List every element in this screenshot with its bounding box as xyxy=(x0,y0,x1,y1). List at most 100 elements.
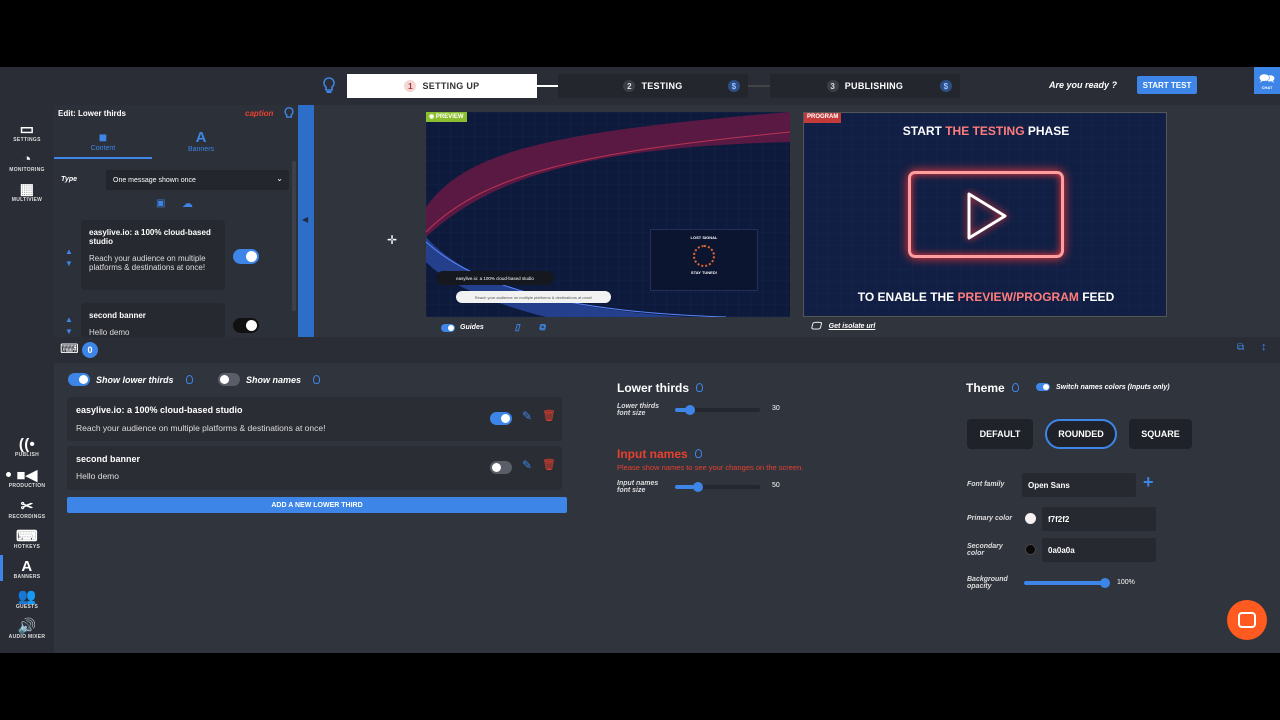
nav-hotkeys[interactable]: ⌨ HOTKEYS xyxy=(0,528,54,550)
secondary-color-swatch[interactable] xyxy=(1025,544,1036,555)
video-camera-icon: ■◀ xyxy=(16,467,38,484)
isolate-url-link[interactable]: 🖵 Get isolate url xyxy=(811,321,875,332)
cloud-upload-icon[interactable]: ☁ xyxy=(182,197,193,210)
delete-trash-icon[interactable]: 🗑 xyxy=(542,458,556,471)
add-lower-third-button[interactable]: ADD A NEW LOWER THIRD xyxy=(67,497,567,513)
hint-bulb-icon[interactable] xyxy=(185,375,193,384)
copy-icon[interactable]: ⧉ xyxy=(539,322,545,333)
arrow-up-icon[interactable]: ▲ xyxy=(65,246,73,258)
save-icon[interactable]: ▣ xyxy=(156,198,165,209)
program-tag: PROGRAM xyxy=(804,113,842,123)
lower-third-row[interactable]: easylive.io: a 100% cloud-based studio R… xyxy=(67,397,562,441)
edit-pencil-icon[interactable]: ✎ xyxy=(522,458,532,472)
row-enable-toggle[interactable] xyxy=(490,412,512,425)
program-screen[interactable]: PROGRAM START THE TESTING PHASE TO ENABL… xyxy=(803,112,1167,317)
secondary-color-input[interactable]: 0a0a0a xyxy=(1042,538,1156,562)
nav-guests[interactable]: 👥 GUESTS xyxy=(0,588,54,610)
primary-color-input[interactable]: f7f2f2 xyxy=(1042,507,1156,531)
play-neon-icon xyxy=(908,171,1064,258)
nav-banners[interactable]: A BANNERS xyxy=(0,557,54,581)
resize-icon[interactable]: ↕ xyxy=(1261,341,1267,353)
step-testing-badge: $ xyxy=(728,80,740,92)
nav-recordings[interactable]: ✂ RECORDINGS xyxy=(0,498,54,520)
reorder-arrows[interactable]: ▲ ▼ xyxy=(65,246,73,270)
letter-a-icon: A xyxy=(195,129,207,146)
preview-lower-third-title: easylive.io: a 100% cloud-based studio xyxy=(436,271,554,285)
chat-icon xyxy=(1238,612,1256,628)
delete-trash-icon[interactable]: 🗑 xyxy=(542,409,556,422)
edit-pencil-icon[interactable]: ✎ xyxy=(522,409,532,423)
theme-rounded-button[interactable]: ROUNDED xyxy=(1045,419,1117,449)
editor-scrollbar[interactable] xyxy=(292,161,296,311)
speaker-icon: 🔊 xyxy=(17,618,37,635)
bg-opacity-slider[interactable] xyxy=(1024,578,1110,588)
preview-screen[interactable]: ◉ PREVIEW LOST SIGNAL STAY TUNED! easyli… xyxy=(426,112,790,317)
lower-third-row[interactable]: second banner Hello demo ✎ 🗑 xyxy=(67,446,562,490)
banner-toggle[interactable] xyxy=(233,249,259,264)
step-connector xyxy=(537,85,559,87)
broadcast-icon: ((• xyxy=(18,435,36,453)
caption-logo: caption xyxy=(245,109,274,118)
nav-multiview[interactable]: ▦ MULTIVIEW xyxy=(0,181,54,203)
lower-thirds-editor: Edit: Lower thirds caption ■ Content A B… xyxy=(54,105,298,343)
font-family-select[interactable]: Open Sans xyxy=(1022,473,1136,497)
in-font-size-slider[interactable] xyxy=(675,482,760,492)
switch-names-colors-control[interactable]: Switch names colors (Inputs only) xyxy=(1036,383,1170,391)
theme-default-button[interactable]: DEFAULT xyxy=(967,419,1033,449)
tab-banners[interactable]: A Banners xyxy=(152,123,250,159)
step-testing[interactable]: 2 TESTING $ xyxy=(558,74,748,98)
keyboard-icon: ⌨ xyxy=(16,528,38,545)
preview-lower-third-body: Reach your audience on multiple platform… xyxy=(456,291,611,303)
arrow-up-icon[interactable]: ▲ xyxy=(65,314,73,326)
show-lower-thirds-control[interactable]: Show lower thirds xyxy=(68,373,193,386)
step-connector xyxy=(748,85,770,87)
start-test-button[interactable]: START TEST xyxy=(1137,76,1197,94)
hint-bulb-icon[interactable] xyxy=(1012,383,1020,392)
theme-square-button[interactable]: SQUARE xyxy=(1129,419,1192,449)
input-names-heading: Input names xyxy=(617,447,703,461)
row-enable-toggle[interactable] xyxy=(490,461,512,474)
nav-publish[interactable]: ((• PUBLISH xyxy=(0,435,54,459)
tips-bulb-icon[interactable] xyxy=(322,77,336,95)
guides-control[interactable]: Guides ▯ ⧉ xyxy=(441,322,545,333)
type-select[interactable]: One message shown once ⌄ xyxy=(106,170,289,190)
lt-font-size-label: Lower thirds font size xyxy=(617,403,660,417)
arrow-down-icon[interactable]: ▼ xyxy=(65,258,73,270)
hint-bulb-icon[interactable] xyxy=(696,383,704,392)
lt-font-size-slider[interactable] xyxy=(675,405,760,415)
mobile-icon[interactable]: ▯ xyxy=(515,322,520,333)
banner-card[interactable]: easylive.io: a 100% cloud-based studio R… xyxy=(81,220,225,290)
add-font-icon[interactable]: + xyxy=(1143,472,1154,493)
bg-opacity-value: 100% xyxy=(1117,579,1135,586)
show-names-control[interactable]: Show names xyxy=(218,373,321,386)
panel-collapse-bar[interactable]: ◀ xyxy=(298,105,314,337)
nav-monitoring[interactable]: ◔ MONITORING xyxy=(0,151,54,174)
support-chat-button[interactable] xyxy=(1227,600,1267,640)
copy-icon[interactable]: ⧉ xyxy=(1237,342,1244,353)
nav-settings[interactable]: ▭ SETTINGS xyxy=(0,121,54,143)
nav-audio-mixer[interactable]: 🔊 AUDIO MIXER xyxy=(0,618,54,640)
input-names-warning: Please show names to see your changes on… xyxy=(617,463,804,472)
reorder-arrows[interactable]: ▲ ▼ xyxy=(65,314,73,338)
show-lower-thirds-toggle[interactable] xyxy=(68,373,90,386)
primary-color-swatch[interactable] xyxy=(1025,513,1036,524)
switch-names-colors-toggle[interactable] xyxy=(1036,383,1050,391)
step-publishing[interactable]: 3 PUBLISHING $ xyxy=(770,74,960,98)
chat-button[interactable]: 🗪 CHAT xyxy=(1254,67,1280,94)
show-names-toggle[interactable] xyxy=(218,373,240,386)
guides-toggle[interactable] xyxy=(441,323,455,332)
nav-production[interactable]: ■◀ PRODUCTION xyxy=(0,467,54,489)
hint-bulb-icon[interactable] xyxy=(313,375,321,384)
lt-font-size-value: 30 xyxy=(772,405,780,412)
banner-toggle[interactable] xyxy=(233,318,259,333)
step-setting-up[interactable]: 1 SETTING UP xyxy=(347,74,537,98)
letter-a-icon: A xyxy=(21,557,33,575)
keyboard-icon[interactable]: ⌨ xyxy=(60,341,79,357)
app-window: 1 SETTING UP 2 TESTING $ 3 PUBLISHING $ … xyxy=(0,67,1280,653)
tab-content[interactable]: ■ Content xyxy=(54,123,152,159)
theme-heading: Theme xyxy=(966,381,1020,395)
collapse-left-icon: ◀ xyxy=(302,215,309,224)
hint-bulb-icon[interactable] xyxy=(695,449,703,458)
chat-bubble-icon: ■ xyxy=(98,128,108,145)
help-bulb-icon[interactable] xyxy=(283,107,295,121)
